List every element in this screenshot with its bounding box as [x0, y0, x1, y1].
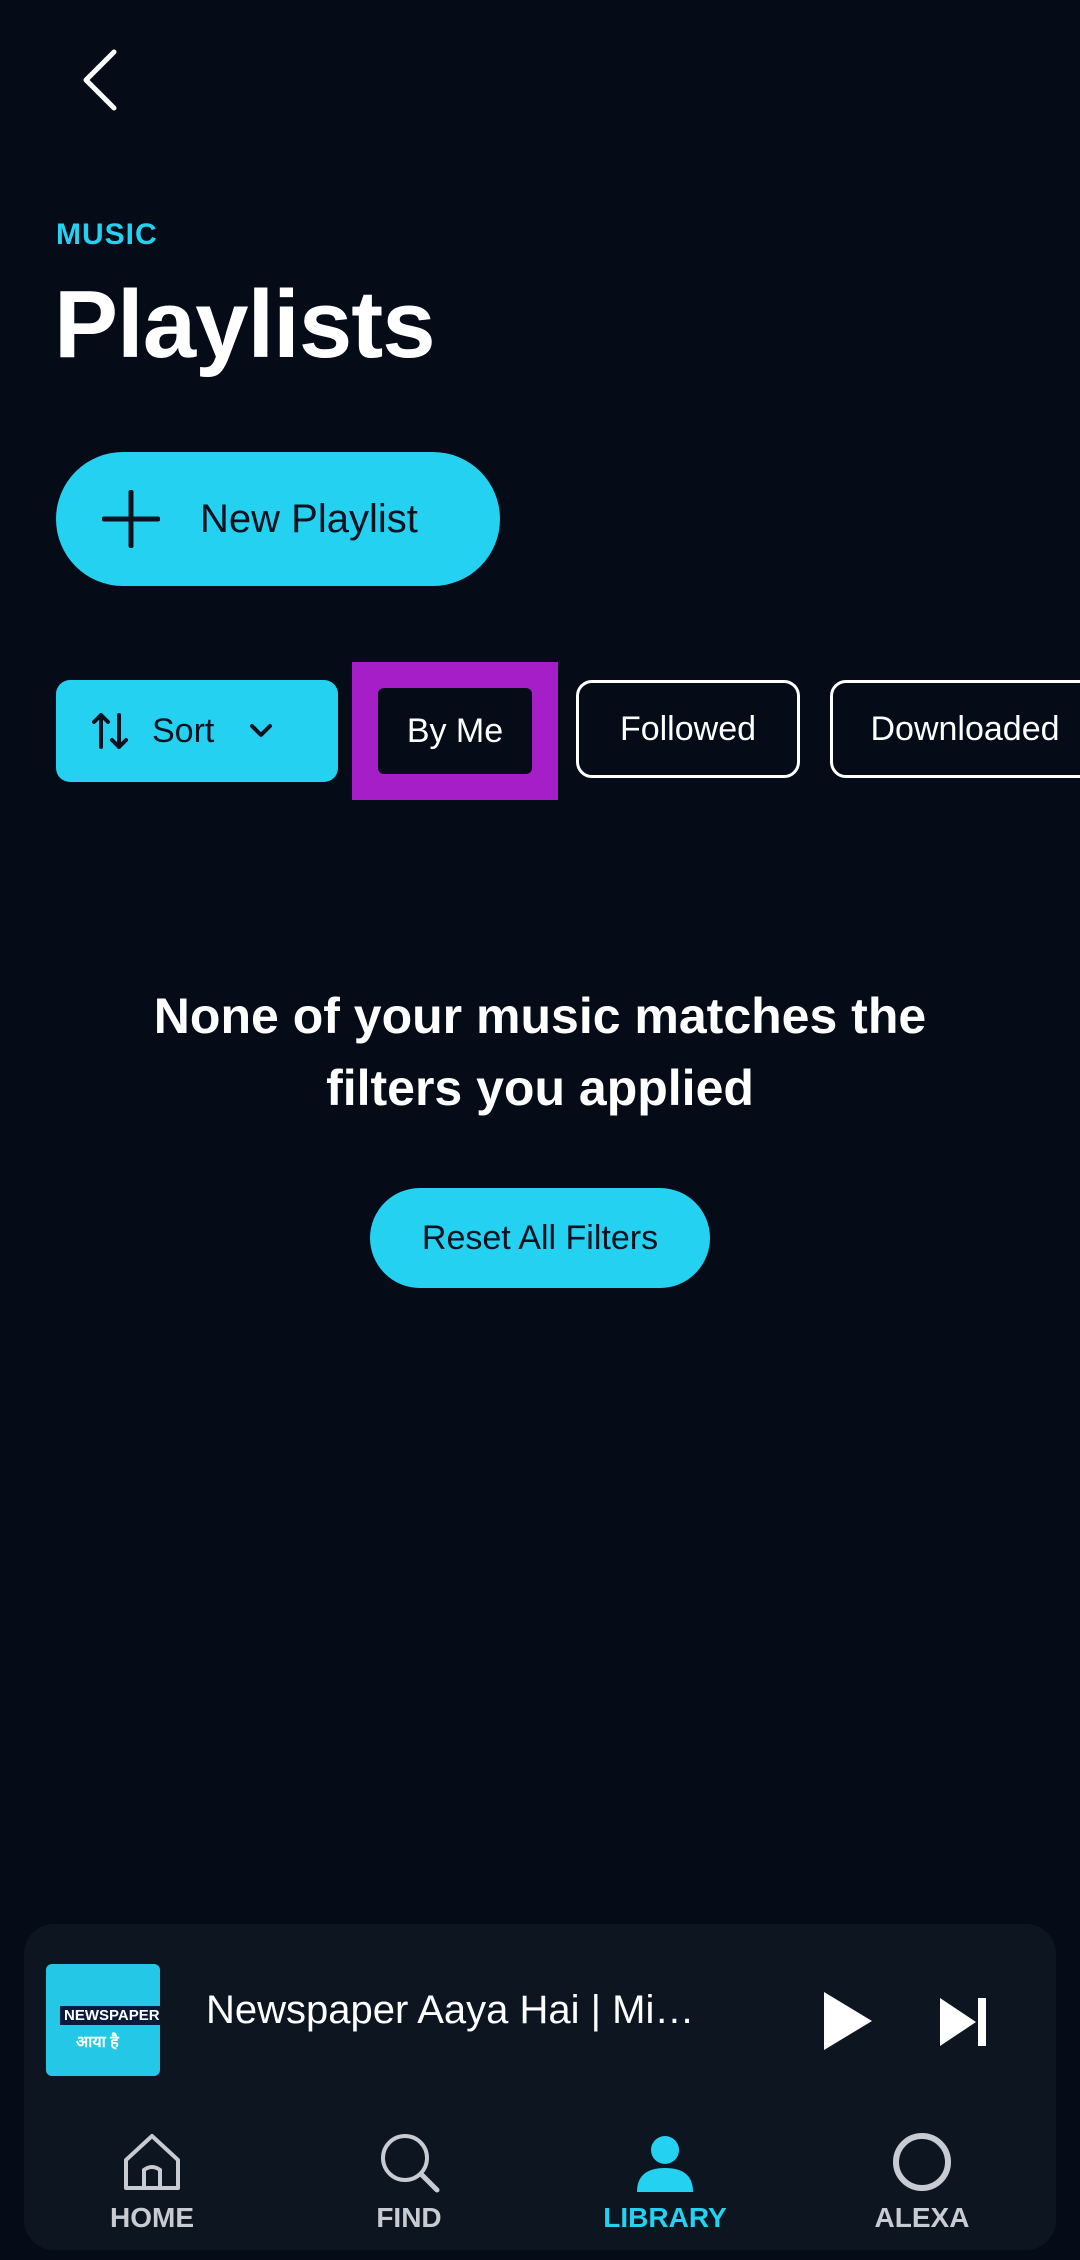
filter-chip-downloaded[interactable]: Downloaded — [830, 680, 1080, 778]
sort-button[interactable]: Sort — [56, 680, 338, 782]
back-button[interactable] — [60, 40, 140, 120]
chevron-down-icon — [250, 724, 273, 737]
play-icon[interactable] — [810, 1986, 880, 2056]
nav-alexa-label: ALEXA — [874, 2202, 970, 2233]
album-art[interactable]: NEWSPAPER आया है — [46, 1964, 160, 2076]
new-playlist-button[interactable]: New Playlist — [56, 452, 500, 586]
nav-find-label: FIND — [376, 2202, 442, 2233]
home-icon — [124, 2134, 180, 2190]
sort-label: Sort — [152, 711, 215, 750]
sort-icon — [92, 713, 128, 749]
nav-home[interactable]: HOME — [52, 2120, 252, 2250]
empty-state-text: None of your music matches the filters y… — [153, 988, 927, 1116]
search-icon — [381, 2134, 440, 2193]
bottom-nav: HOME FIND LIBRARY ALEXA — [24, 2120, 1056, 2250]
reset-filters-button[interactable]: Reset All Filters — [370, 1188, 710, 1288]
bottom-panel: NEWSPAPER आया है Newspaper Aaya Hai | Mi… — [24, 1924, 1056, 2250]
playlists-screen: MUSIC Playlists New Playlist Sort By Me — [0, 0, 1080, 2260]
skip-next-icon[interactable] — [936, 1992, 992, 2052]
nav-library[interactable]: LIBRARY — [565, 2120, 765, 2250]
nav-find[interactable]: FIND — [309, 2120, 509, 2250]
now-playing-bar[interactable]: NEWSPAPER आया है Newspaper Aaya Hai | Mi… — [24, 1924, 1056, 2114]
library-icon — [637, 2136, 693, 2192]
album-art-subtext: आया है — [76, 2034, 119, 2051]
chevron-left-icon — [83, 49, 117, 111]
album-art-text: NEWSPAPER — [60, 2006, 160, 2025]
new-playlist-label: New Playlist — [200, 496, 418, 541]
filter-chip-by-me[interactable]: By Me — [378, 688, 532, 774]
page-title: Playlists — [54, 271, 436, 378]
nav-alexa[interactable]: ALEXA — [822, 2120, 1022, 2250]
nav-library-label: LIBRARY — [603, 2202, 727, 2233]
section-label: MUSIC — [56, 218, 158, 251]
track-title[interactable]: Newspaper Aaya Hai | Mi… — [206, 1988, 746, 2033]
plus-icon — [102, 490, 160, 548]
nav-home-label: HOME — [110, 2202, 194, 2233]
alexa-icon — [893, 2133, 951, 2191]
filter-chip-followed[interactable]: Followed — [576, 680, 800, 778]
empty-state-message: None of your music matches the filters y… — [0, 980, 1080, 1124]
filter-row: Sort By Me Followed Downloaded — [0, 662, 1080, 800]
